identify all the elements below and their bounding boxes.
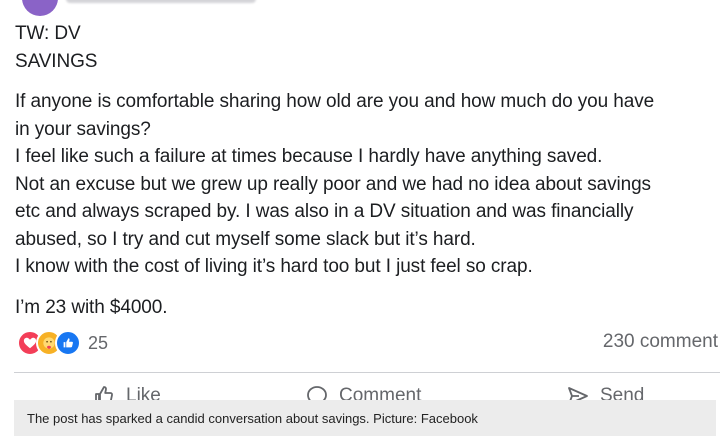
post-line: TW: DV	[15, 23, 81, 44]
post-line: I’m 23 with $4000.	[15, 296, 168, 318]
divider	[14, 372, 720, 373]
post-line: etc and always scraped by. I was also in…	[15, 201, 634, 222]
reactions-summary[interactable]: 25	[17, 330, 108, 356]
avatar[interactable]	[22, 0, 58, 16]
post-line: If anyone is comfortable sharing how old…	[15, 91, 655, 112]
post-line: Not an excuse but we grew up really poor…	[15, 173, 651, 195]
post-line: I feel like such a failure at times beca…	[15, 146, 603, 167]
post-line: SAVINGS	[15, 50, 98, 72]
image-caption: The post has sparked a candid conversati…	[14, 400, 716, 436]
post-line: I know with the cost of living it’s hard…	[15, 256, 533, 277]
comments-count-link[interactable]: 230 comment	[603, 331, 718, 353]
post-line: in your savings?	[15, 118, 151, 140]
like-icon	[55, 330, 81, 356]
post-line: abused, so I try and cut myself some sla…	[15, 228, 476, 250]
post-body: TW: DV SAVINGS If anyone is comfortable …	[15, 20, 720, 321]
author-name-blurred	[66, 0, 256, 3]
reaction-count: 25	[88, 332, 109, 353]
